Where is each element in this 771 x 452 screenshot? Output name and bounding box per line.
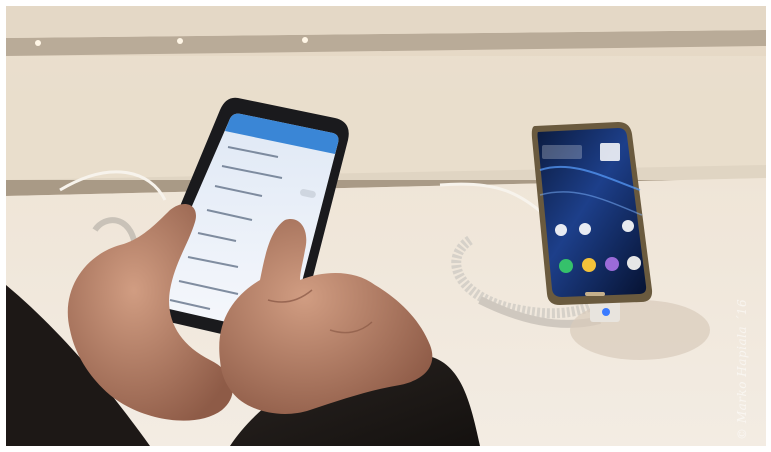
apps-icon bbox=[627, 256, 641, 270]
stand-light bbox=[602, 308, 610, 316]
message-icon bbox=[582, 258, 596, 272]
photo-scene bbox=[0, 0, 771, 452]
phone-icon bbox=[559, 259, 573, 273]
internet-icon bbox=[579, 223, 591, 235]
camera-icon bbox=[555, 224, 567, 236]
copyright-watermark: © Marko Hapiala ´16 bbox=[735, 298, 749, 440]
gallery-icon bbox=[605, 257, 619, 271]
store-icon bbox=[622, 220, 634, 232]
